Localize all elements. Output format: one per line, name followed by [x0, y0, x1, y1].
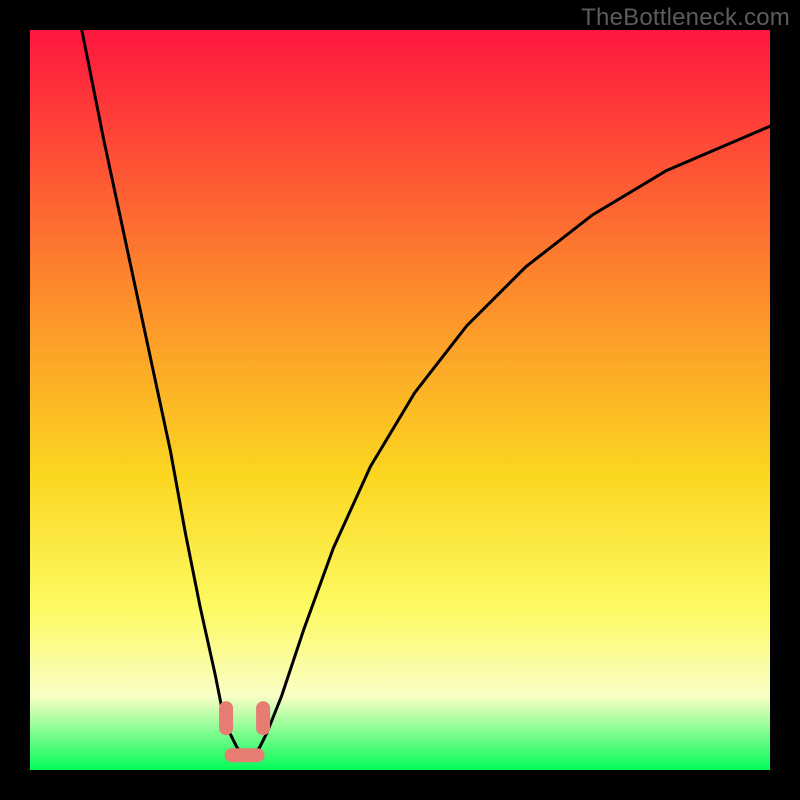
bottleneck-chart: [30, 30, 770, 770]
chart-frame: TheBottleneck.com: [0, 0, 800, 800]
watermark-text: TheBottleneck.com: [581, 4, 790, 32]
optimum-marker: [256, 701, 270, 735]
optimum-marker: [219, 701, 233, 735]
optimum-marker: [225, 748, 265, 762]
plot-area: [30, 30, 770, 770]
gradient-background: [30, 30, 770, 770]
